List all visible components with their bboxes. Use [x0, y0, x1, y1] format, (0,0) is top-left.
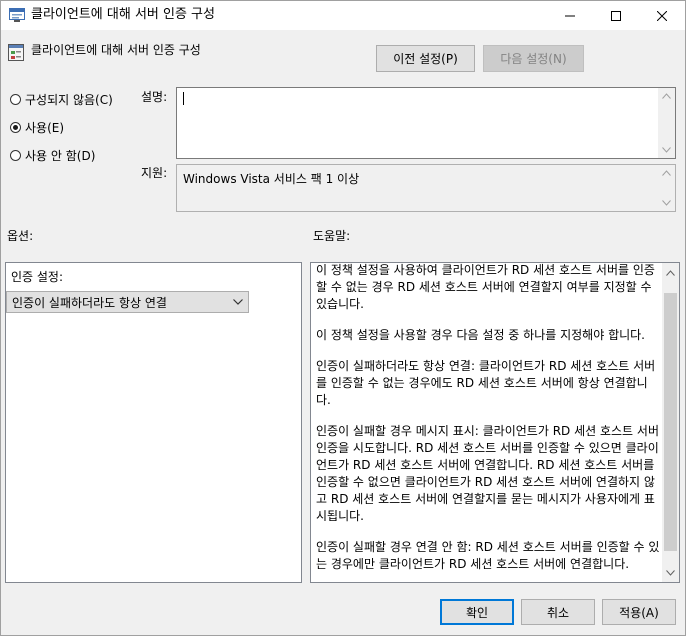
- text-caret: [183, 92, 184, 105]
- options-label: 옵션:: [7, 229, 34, 243]
- minimize-button[interactable]: [547, 1, 593, 30]
- radio-disabled[interactable]: 사용 안 함(D): [10, 146, 95, 164]
- scroll-up-icon[interactable]: [662, 93, 671, 99]
- auth-setting-dropdown[interactable]: 인증이 실패하더라도 항상 연결: [6, 291, 249, 313]
- scroll-down-icon[interactable]: [662, 200, 671, 206]
- supported-on-textbox[interactable]: Windows Vista 서비스 팩 1 이상: [176, 164, 676, 212]
- radio-disabled-label: 사용 안 함(D): [25, 148, 96, 163]
- supported-label: 지원:: [141, 166, 168, 180]
- auth-setting-label: 인증 설정:: [11, 270, 64, 284]
- maximize-button[interactable]: [593, 1, 639, 30]
- radio-not-configured-indicator[interactable]: [10, 93, 21, 105]
- window-title: 클라이언트에 대해 서버 인증 구성: [31, 7, 215, 22]
- policy-window-icon: [9, 8, 25, 22]
- minimize-icon: [565, 15, 575, 16]
- chevron-down-icon: [233, 299, 243, 305]
- help-paragraph: 이 정책 설정을 사용할 경우 다음 설정 중 하나를 지정해야 합니다.: [316, 328, 646, 342]
- close-icon: [657, 10, 667, 21]
- close-button[interactable]: [639, 1, 685, 30]
- scroll-down-icon[interactable]: [666, 570, 675, 576]
- supported-on-value: Windows Vista 서비스 팩 1 이상: [183, 172, 360, 186]
- policy-setting-icon: [8, 44, 24, 61]
- supported-scrollbar[interactable]: [658, 165, 675, 211]
- radio-not-configured-label: 구성되지 않음(C): [25, 92, 113, 107]
- radio-enabled[interactable]: 사용(E): [10, 118, 64, 136]
- help-label: 도움말:: [313, 229, 351, 243]
- scroll-up-icon[interactable]: [666, 270, 675, 276]
- help-paragraph: 인증이 실패할 경우 연결 안 함: RD 세션 호스트 서버를 인증할 수 있…: [316, 540, 660, 571]
- help-text: 이 정책 설정을 사용하여 클라이언트가 RD 세션 호스트 서버를 인증할 수…: [316, 262, 660, 580]
- ok-button[interactable]: 확인: [440, 599, 514, 625]
- cancel-button[interactable]: 취소: [521, 599, 595, 625]
- help-paragraph: 인증이 실패하더라도 항상 연결: 클라이언트가 RD 세션 호스트 서버를 인…: [316, 359, 656, 407]
- auth-setting-value: 인증이 실패하더라도 항상 연결: [12, 295, 167, 310]
- previous-setting-button[interactable]: 이전 설정(P): [376, 45, 475, 72]
- comment-scrollbar[interactable]: [658, 88, 675, 158]
- comment-label: 설명:: [141, 90, 168, 104]
- apply-button[interactable]: 적용(A): [602, 599, 676, 625]
- help-scrollbar-thumb[interactable]: [664, 293, 677, 551]
- help-paragraph: 이 정책 설정을 사용하여 클라이언트가 RD 세션 호스트 서버를 인증할 수…: [316, 263, 655, 311]
- scroll-down-icon[interactable]: [662, 147, 671, 153]
- radio-enabled-label: 사용(E): [25, 120, 65, 135]
- policy-name: 클라이언트에 대해 서버 인증 구성: [31, 43, 201, 57]
- maximize-icon: [611, 10, 621, 21]
- comment-textbox[interactable]: [176, 87, 676, 159]
- help-paragraph: 인증이 실패할 경우 메시지 표시: 클라이언트가 RD 세션 호스트 서버 인…: [316, 424, 659, 523]
- radio-enabled-indicator[interactable]: [10, 121, 21, 133]
- radio-disabled-indicator[interactable]: [10, 149, 21, 161]
- scroll-up-icon[interactable]: [662, 170, 671, 176]
- radio-not-configured[interactable]: 구성되지 않음(C): [10, 90, 113, 108]
- next-setting-button[interactable]: 다음 설정(N): [483, 45, 584, 72]
